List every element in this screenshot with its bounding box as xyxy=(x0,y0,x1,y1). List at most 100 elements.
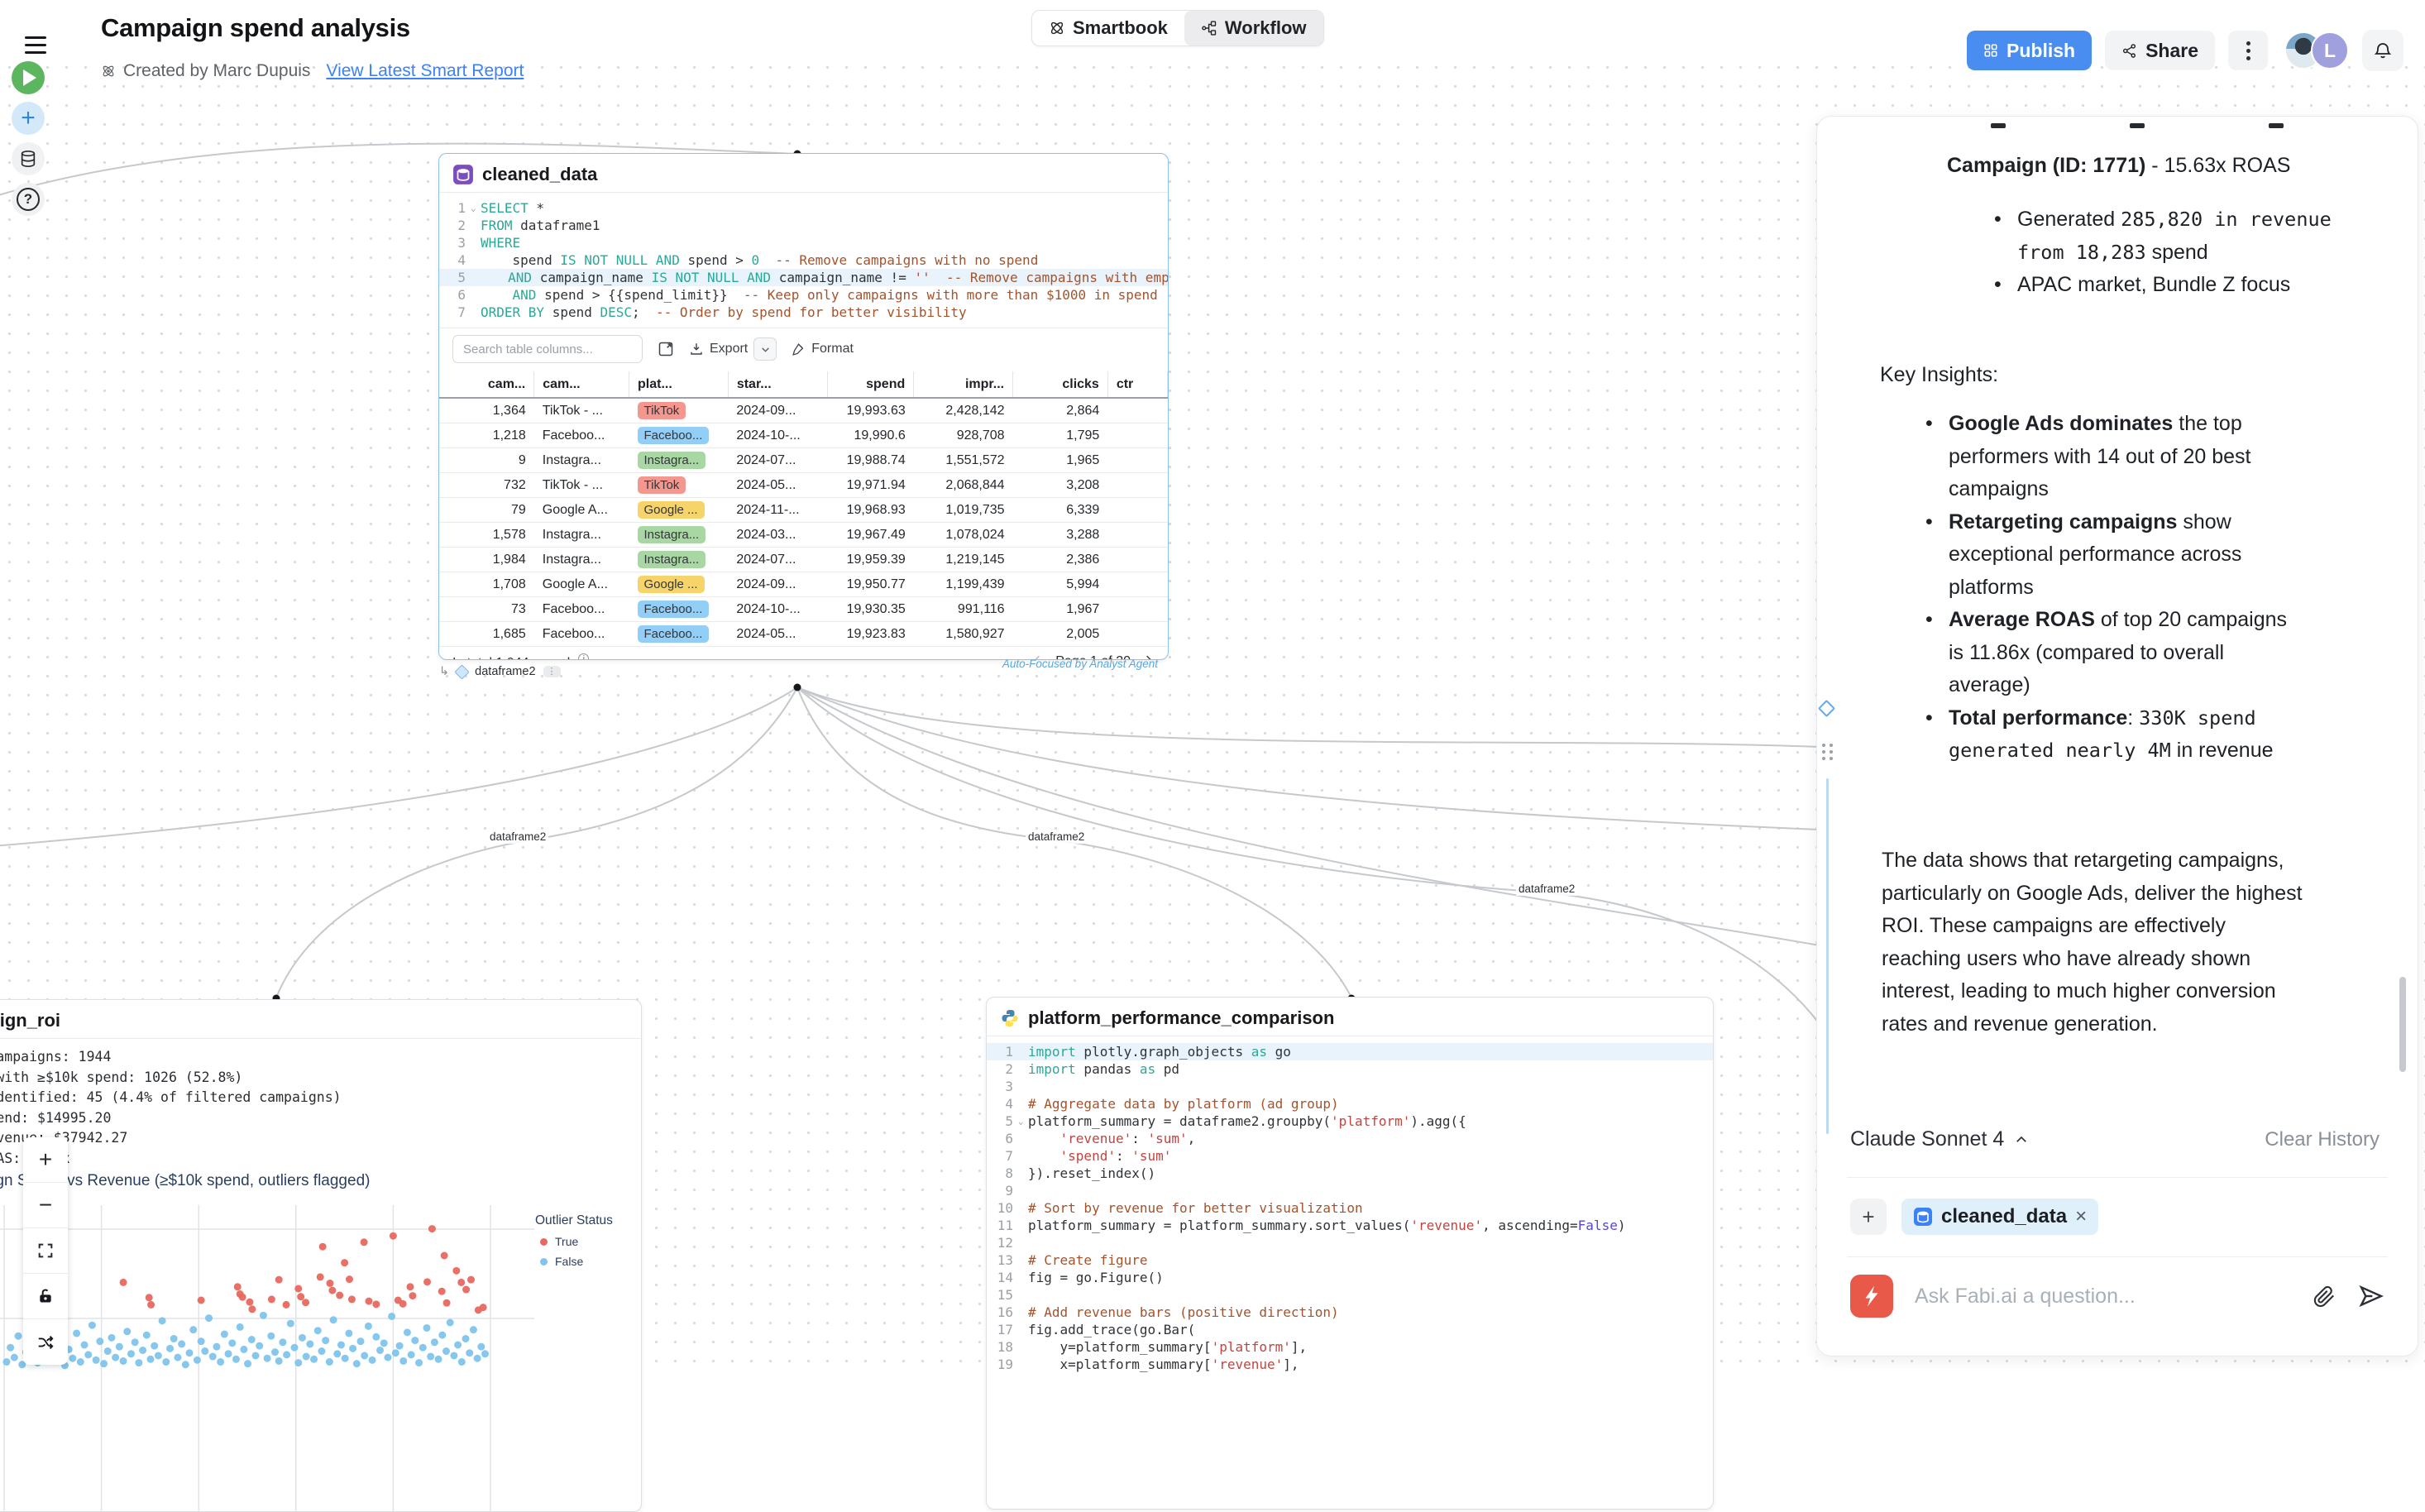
send-icon[interactable] xyxy=(2358,1283,2384,1309)
table-cell: 2024-07... xyxy=(728,548,827,572)
add-node-button[interactable]: + xyxy=(12,102,45,135)
table-row[interactable]: 732TikTok - ...TikTok2024-05...19,971.94… xyxy=(439,473,1168,498)
smart-report-link[interactable]: View Latest Smart Report xyxy=(326,61,524,81)
table-row[interactable]: 1,218Faceboo...Faceboo...2024-10-...19,9… xyxy=(439,423,1168,448)
edge-label: dataframe2 xyxy=(1516,882,1577,896)
search-placeholder: Search table columns... xyxy=(463,342,593,356)
run-button[interactable] xyxy=(12,61,45,94)
table-cell: 732 xyxy=(439,473,534,498)
tab-smartbook[interactable]: Smartbook xyxy=(1032,11,1184,45)
table-cell: 9 xyxy=(439,448,534,473)
format-button[interactable]: Format xyxy=(792,342,854,356)
table-cell: 19,990.6 xyxy=(827,423,914,448)
data-sources-button[interactable] xyxy=(12,142,45,175)
plus-icon: + xyxy=(21,104,36,132)
table-cell xyxy=(1107,523,1167,548)
notifications-button[interactable] xyxy=(2362,30,2403,71)
clear-history-button[interactable]: Clear History xyxy=(2265,1128,2380,1151)
node-platform-performance[interactable]: platform_performance_comparison 1 import… xyxy=(986,997,1714,1510)
table-cell: 1,551,572 xyxy=(914,448,1013,473)
column-header[interactable]: plat... xyxy=(629,371,729,398)
table-cell: Google A... xyxy=(534,572,629,597)
table-cell: 2024-11-... xyxy=(728,498,827,523)
roi-stats: Filtered campaigns: 1944Campaigns with ≥… xyxy=(0,1047,641,1170)
column-header[interactable]: ctr xyxy=(1107,371,1167,398)
lock-button[interactable] xyxy=(23,1274,68,1319)
code-line: 10 # Sort by revenue for better visualiz… xyxy=(987,1199,1713,1217)
avatars: L xyxy=(2284,31,2349,69)
column-header[interactable]: cam... xyxy=(534,371,629,398)
analysis-paragraph: The data shows that retargeting campaign… xyxy=(1882,845,2308,1041)
sql-code[interactable]: 1⌄SELECT *2 FROM dataframe13 WHERE4 spen… xyxy=(439,193,1168,328)
node-cleaned-data[interactable]: cleaned_data 1⌄SELECT *2 FROM dataframe1… xyxy=(438,153,1169,660)
export-dropdown[interactable] xyxy=(753,337,777,361)
zoom-out-button[interactable]: − xyxy=(23,1183,68,1228)
table-row[interactable]: 79Google A...Google ...2024-11-...19,968… xyxy=(439,498,1168,523)
menu-icon[interactable] xyxy=(25,36,46,55)
tab-workflow[interactable]: Workflow xyxy=(1184,11,1323,45)
table-row[interactable]: 1,685Faceboo...Faceboo...2024-05...19,92… xyxy=(439,622,1168,647)
column-header[interactable]: impr... xyxy=(914,371,1013,398)
ask-question-input[interactable] xyxy=(1915,1285,2290,1309)
fit-view-button[interactable] xyxy=(23,1228,68,1274)
table-cell xyxy=(1107,423,1167,448)
table-row[interactable]: 1,984Instagra...Instagra...2024-07...19,… xyxy=(439,548,1168,572)
table-row[interactable]: 1,578Instagra...Instagra...2024-03...19,… xyxy=(439,523,1168,548)
table-cell: TikTok xyxy=(629,473,729,498)
credits: Created by Marc Dupuis View Latest Smart… xyxy=(101,61,524,81)
message-thread-line xyxy=(1826,778,1829,1134)
more-options-button[interactable] xyxy=(2228,31,2268,70)
export-label: Export xyxy=(710,342,748,356)
drag-handle[interactable]: ⋮ xyxy=(543,666,561,677)
table-cell: TikTok - ... xyxy=(534,398,629,423)
edge-label: dataframe2 xyxy=(487,830,548,844)
node-campaign-roi[interactable]: campaign_roi Filtered campaigns: 1944Cam… xyxy=(0,999,642,1512)
attach-icon[interactable] xyxy=(2312,1284,2337,1309)
export-button[interactable]: Export xyxy=(689,337,777,361)
header: Campaign spend analysis Created by Marc … xyxy=(0,0,2425,58)
legend-item[interactable]: False xyxy=(535,1255,613,1268)
shuffle-layout-button[interactable] xyxy=(23,1319,68,1365)
legend-dot-false xyxy=(540,1258,548,1266)
fabi-logo xyxy=(1850,1275,1893,1318)
output-dataframe-label[interactable]: dataframe2 xyxy=(475,665,535,678)
column-header[interactable]: star... xyxy=(728,371,827,398)
table-row[interactable]: 73Faceboo...Faceboo...2024-10-...19,930.… xyxy=(439,597,1168,622)
info-icon[interactable]: i xyxy=(578,653,589,660)
model-selector[interactable]: Claude Sonnet 4 xyxy=(1850,1127,2029,1151)
search-input[interactable]: Search table columns... xyxy=(452,335,643,363)
zoom-in-button[interactable]: + xyxy=(23,1137,68,1183)
table-cell: 2024-10-... xyxy=(728,423,827,448)
table-cell: 1,019,735 xyxy=(914,498,1013,523)
share-button[interactable]: Share xyxy=(2105,31,2215,70)
table-cell: Instagra... xyxy=(629,448,729,473)
help-button[interactable]: ? xyxy=(12,183,45,216)
legend-item[interactable]: True xyxy=(535,1235,613,1248)
column-header[interactable]: cam... xyxy=(439,371,534,398)
close-icon[interactable]: × xyxy=(2075,1205,2087,1228)
drag-handle-icon[interactable] xyxy=(1822,744,1834,760)
table-row[interactable]: 1,708Google A...Google ...2024-09...19,9… xyxy=(439,572,1168,597)
expand-icon[interactable] xyxy=(658,341,674,357)
table-cell: TikTok - ... xyxy=(534,473,629,498)
add-context-button[interactable]: + xyxy=(1850,1199,1887,1235)
table-cell xyxy=(1107,473,1167,498)
publish-button[interactable]: Publish xyxy=(1967,31,2092,70)
table-cell: 1,708 xyxy=(439,572,534,597)
column-header[interactable]: spend xyxy=(827,371,914,398)
context-chip-cleaned-data[interactable]: cleaned_data × xyxy=(1901,1199,2098,1235)
scrollbar[interactable] xyxy=(2399,977,2406,1072)
column-header[interactable]: clicks xyxy=(1013,371,1108,398)
avatar[interactable]: L xyxy=(2311,31,2349,69)
node-title: campaign_roi xyxy=(0,1010,60,1031)
python-code[interactable]: 1 import plotly.graph_objects as go2 imp… xyxy=(987,1036,1713,1380)
table-row[interactable]: 9Instagra...Instagra...2024-07...19,988.… xyxy=(439,448,1168,473)
node-title: cleaned_data xyxy=(482,164,597,185)
table-row[interactable]: 1,364TikTok - ...TikTok2024-09...19,993.… xyxy=(439,398,1168,423)
question-icon: ? xyxy=(17,188,40,211)
table-cell: 1,218 xyxy=(439,423,534,448)
kebab-icon xyxy=(2246,38,2250,64)
dataframe-link-icon[interactable] xyxy=(1818,700,1835,717)
stat-line: Average revenue: $37942.27 xyxy=(0,1128,641,1149)
code-line: 3 xyxy=(987,1078,1713,1095)
